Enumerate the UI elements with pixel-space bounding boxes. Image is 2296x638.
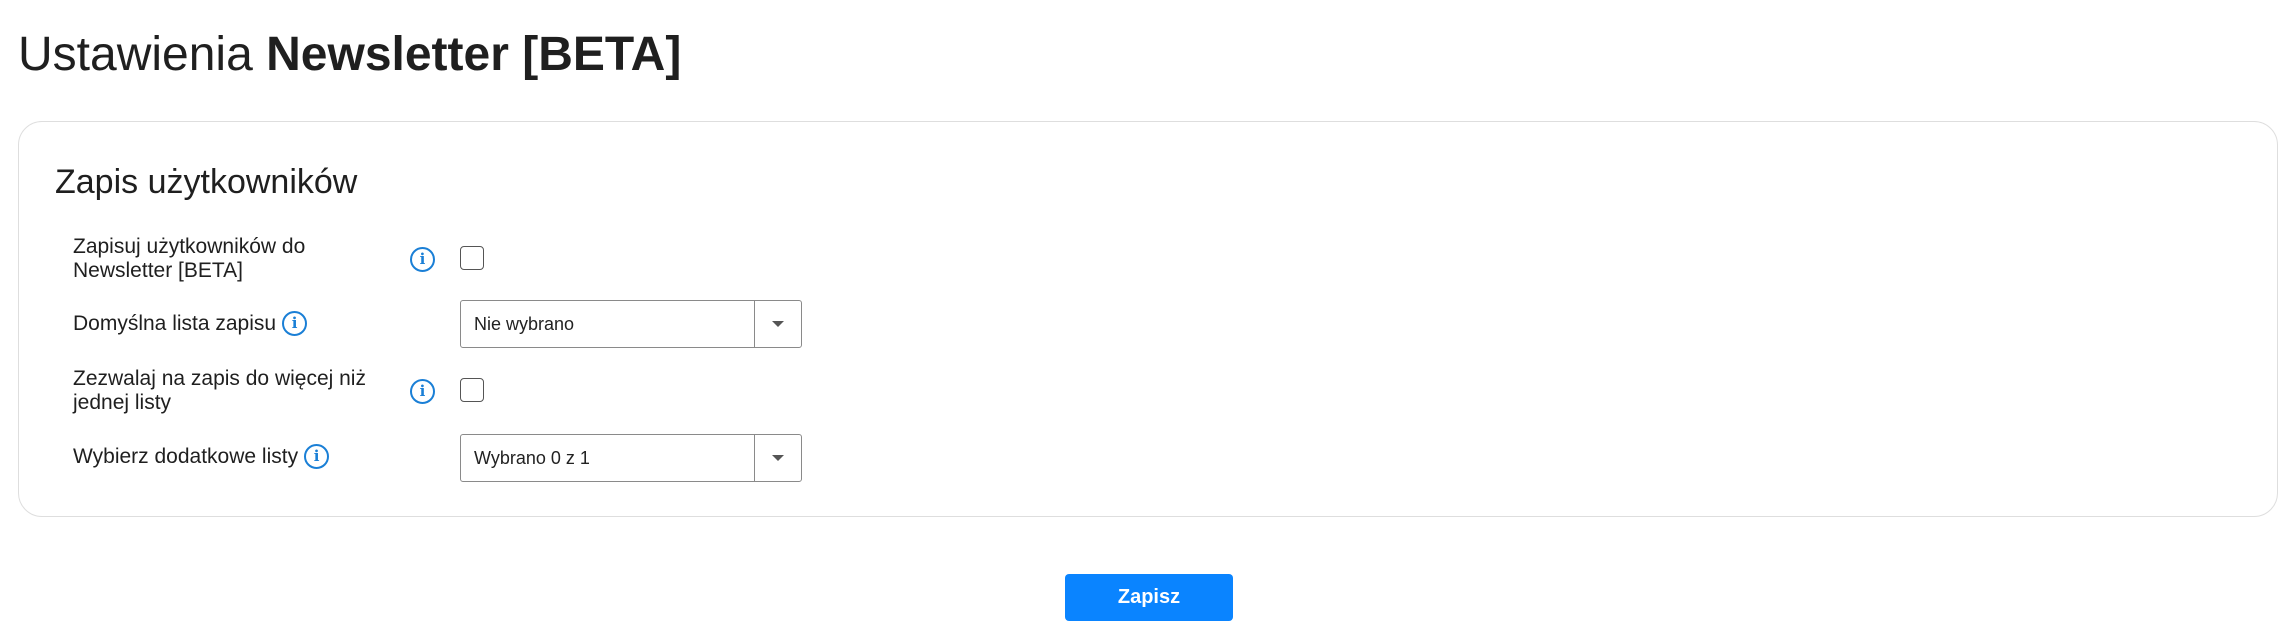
section-title: Zapis użytkowników (55, 163, 358, 201)
select-divider (754, 301, 755, 347)
chevron-down-icon[interactable] (772, 321, 784, 327)
info-icon[interactable]: i (410, 379, 435, 404)
default-list-label: Domyślna lista zapisu (73, 311, 277, 335)
default-list-value: Nie wybrano (474, 314, 575, 334)
subscribe-users-label-line1: Zapisuj użytkowników do (73, 235, 306, 258)
chevron-down-icon[interactable] (772, 455, 784, 461)
multiple-lists-checkbox[interactable] (460, 378, 484, 402)
multiple-lists-label: Zezwalaj na zapis do więcej niż jednej l… (73, 367, 366, 415)
subscribe-users-label-line2: Newsletter [BETA] (73, 259, 243, 282)
default-list-label-row: Domyślna lista zapisu i (73, 311, 308, 336)
default-list-select[interactable]: Nie wybrano (460, 300, 802, 348)
page-title-prefix: Ustawienia (18, 28, 253, 81)
multiple-lists-label-line1: Zezwalaj na zapis do więcej niż (73, 367, 366, 390)
save-button[interactable]: Zapisz (1065, 574, 1233, 621)
additional-lists-label: Wybierz dodatkowe listy (73, 444, 299, 468)
info-icon[interactable]: i (410, 247, 435, 272)
subscribe-users-checkbox[interactable] (460, 246, 484, 270)
info-icon[interactable]: i (304, 444, 330, 469)
additional-lists-label-row: Wybierz dodatkowe listy i (73, 444, 330, 469)
subscribe-users-label: Zapisuj użytkowników do Newsletter [BETA… (73, 235, 305, 283)
subscription-settings-panel: Zapis użytkowników Zapisuj użytkowników … (18, 121, 2278, 517)
additional-lists-select[interactable]: Wybrano 0 z 1 (460, 434, 802, 482)
additional-lists-value: Wybrano 0 z 1 (474, 448, 590, 468)
multiple-lists-label-line2: jednej listy (73, 391, 172, 414)
select-divider (754, 435, 755, 481)
page-title: Ustawienia Newsletter [BETA] (18, 22, 681, 88)
page-title-strong: Newsletter [BETA] (266, 28, 682, 81)
info-icon[interactable]: i (282, 311, 308, 336)
